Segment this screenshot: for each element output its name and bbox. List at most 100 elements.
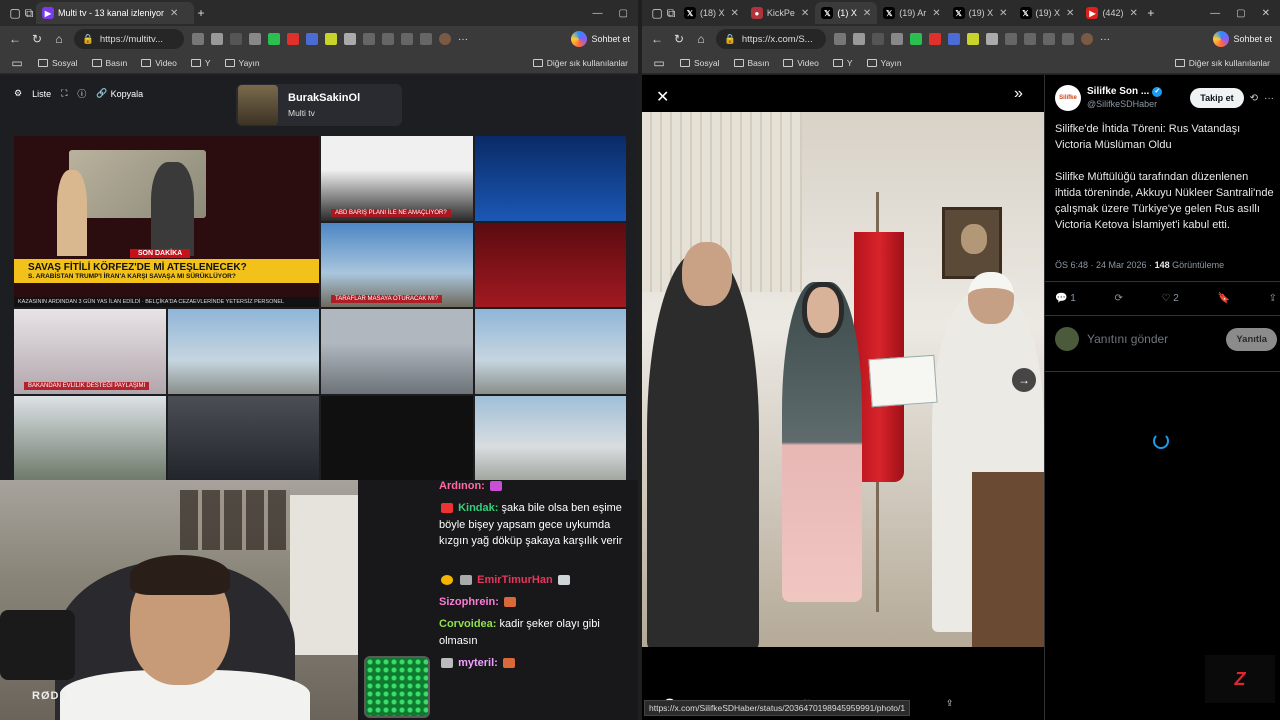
- more-options-icon[interactable]: ···: [1264, 93, 1274, 104]
- tab-x[interactable]: 𝕏 (19) X ✕: [1014, 2, 1081, 24]
- new-tab-icon[interactable]: +: [1144, 6, 1158, 20]
- minimize-icon[interactable]: —: [1210, 8, 1220, 19]
- tab-x[interactable]: 𝕏 (18) X ✕: [678, 2, 745, 24]
- avatar[interactable]: [1081, 33, 1093, 45]
- share-icon[interactable]: ⇪: [1269, 293, 1277, 304]
- chat-username[interactable]: myteril:: [458, 657, 498, 669]
- stream-tile[interactable]: [474, 395, 626, 480]
- close-tab-icon[interactable]: ✕: [932, 8, 940, 19]
- bookmark-folder[interactable]: Basın: [91, 58, 127, 68]
- close-tab-icon[interactable]: ✕: [1129, 8, 1137, 19]
- author-handle[interactable]: @SilifkeSDHaber: [1087, 98, 1162, 111]
- chat-username[interactable]: Ardınon:: [439, 480, 485, 492]
- tweet-photo[interactable]: [642, 112, 1044, 647]
- collections-icon[interactable]: [1043, 33, 1055, 45]
- extension-icon[interactable]: [325, 33, 337, 45]
- bookmark-folder[interactable]: Yayın: [224, 58, 260, 68]
- bookmark-folder[interactable]: Sosyal: [680, 58, 720, 68]
- favorites-icon[interactable]: [382, 33, 394, 45]
- reply-submit-button[interactable]: Yanıtla: [1226, 327, 1277, 351]
- stream-tile[interactable]: [474, 136, 626, 221]
- close-tab-icon[interactable]: ✕: [863, 8, 871, 19]
- tab-actions-icon[interactable]: ⧉: [664, 6, 678, 21]
- extension-icon[interactable]: [344, 33, 356, 45]
- fullscreen-icon[interactable]: ⛶: [61, 88, 67, 99]
- chat-username[interactable]: Sizophrein:: [439, 596, 499, 608]
- copilot-button[interactable]: Sohbet et: [1213, 31, 1272, 47]
- split-screen-icon[interactable]: [363, 33, 375, 45]
- bookmark-icon[interactable]: 🔖: [1217, 293, 1229, 304]
- stream-tile[interactable]: [167, 395, 319, 480]
- close-tab-icon[interactable]: ✕: [170, 8, 178, 19]
- channel-card[interactable]: BurakSakinOl Multi tv: [236, 84, 402, 126]
- copy-button[interactable]: 🔗 Kopyala: [96, 88, 143, 99]
- avatar[interactable]: Silifke: [1055, 85, 1081, 111]
- stream-tile[interactable]: [167, 309, 319, 394]
- tweet-time[interactable]: ÖS 6:48 · 24 Mar 2026 ·: [1055, 260, 1155, 270]
- extensions-icon[interactable]: [1062, 33, 1074, 45]
- workspaces-icon[interactable]: ▢: [650, 6, 664, 20]
- reply-input[interactable]: Yanıtını gönder: [1087, 332, 1168, 346]
- extension-icon[interactable]: [891, 33, 903, 45]
- split-screen-icon[interactable]: [1005, 33, 1017, 45]
- extension-icon[interactable]: [287, 33, 299, 45]
- avatar[interactable]: [439, 33, 451, 45]
- refresh-icon[interactable]: ↻: [30, 32, 44, 46]
- extension-icon[interactable]: [948, 33, 960, 45]
- maximize-icon[interactable]: ▢: [619, 8, 628, 19]
- extension-icon[interactable]: [853, 33, 865, 45]
- grok-icon[interactable]: ⟲: [1250, 93, 1258, 104]
- stream-tile[interactable]: ABD BARIŞ PLANI İLE NE AMAÇLIYOR?: [321, 136, 473, 221]
- bookmark-folder[interactable]: Sosyal: [38, 58, 78, 68]
- close-window-icon[interactable]: ✕: [1262, 8, 1270, 19]
- share-icon[interactable]: ⇪: [946, 698, 954, 709]
- extension-icon[interactable]: [211, 33, 223, 45]
- retweet-icon[interactable]: ⟳: [1114, 293, 1122, 304]
- bookmark-folder[interactable]: Video: [141, 58, 177, 68]
- extension-icon[interactable]: [268, 33, 280, 45]
- close-icon[interactable]: ✕: [656, 87, 669, 107]
- stream-tile-main[interactable]: SON DAKİKA SAVAŞ FİTİLİ KÖRFEZ'DE Mİ ATE…: [14, 136, 319, 307]
- maximize-icon[interactable]: ▢: [1236, 8, 1245, 19]
- bookmark-folder[interactable]: Y: [190, 58, 211, 68]
- extension-icon[interactable]: [910, 33, 922, 45]
- extension-icon[interactable]: [986, 33, 998, 45]
- reading-icon[interactable]: ▭: [652, 56, 666, 70]
- stream-tile[interactable]: [14, 395, 166, 480]
- back-icon[interactable]: ←: [650, 32, 664, 46]
- tab-x-active[interactable]: 𝕏 (1) X ✕: [815, 2, 878, 24]
- info-icon[interactable]: ⓘ: [77, 87, 86, 100]
- extension-icon[interactable]: [967, 33, 979, 45]
- url-field[interactable]: 🔒 https://multitv...: [74, 29, 184, 49]
- chat-username[interactable]: Corvoidea:: [439, 618, 496, 630]
- list-button[interactable]: Liste: [32, 89, 51, 99]
- bookmark-folder[interactable]: Y: [832, 58, 853, 68]
- workspaces-icon[interactable]: ▢: [8, 6, 22, 20]
- more-icon[interactable]: ···: [1100, 34, 1110, 45]
- tab-kick[interactable]: ● KickPe ✕: [745, 2, 815, 24]
- close-tab-icon[interactable]: ✕: [731, 8, 739, 19]
- stream-tile[interactable]: [321, 309, 473, 394]
- like-button[interactable]: ♡ 2: [1162, 293, 1179, 304]
- author-name[interactable]: Silifke Son ... ✓: [1087, 85, 1163, 98]
- close-tab-icon[interactable]: ✕: [999, 8, 1007, 19]
- more-icon[interactable]: ···: [458, 34, 468, 45]
- collapse-panel-icon[interactable]: »: [1014, 85, 1023, 103]
- extension-icon[interactable]: [872, 33, 884, 45]
- other-favorites[interactable]: Diğer sık kullanılanlar: [532, 58, 628, 68]
- next-photo-icon[interactable]: →: [1012, 368, 1036, 392]
- reply-button[interactable]: 💬 1: [1055, 293, 1076, 304]
- extension-icon[interactable]: [929, 33, 941, 45]
- reading-icon[interactable]: ▭: [10, 56, 24, 70]
- follow-button[interactable]: Takip et: [1190, 88, 1244, 108]
- home-icon[interactable]: ⌂: [52, 32, 66, 46]
- tab-youtube[interactable]: ▶ (442) ✕: [1080, 2, 1143, 24]
- extension-icon[interactable]: [192, 33, 204, 45]
- collections-icon[interactable]: [401, 33, 413, 45]
- chat-username[interactable]: Kindak:: [458, 502, 498, 514]
- extension-icon[interactable]: [249, 33, 261, 45]
- home-icon[interactable]: ⌂: [694, 32, 708, 46]
- gear-icon[interactable]: ⚙: [14, 88, 22, 99]
- tab-actions-icon[interactable]: ⧉: [22, 6, 36, 21]
- new-tab-icon[interactable]: +: [194, 6, 208, 20]
